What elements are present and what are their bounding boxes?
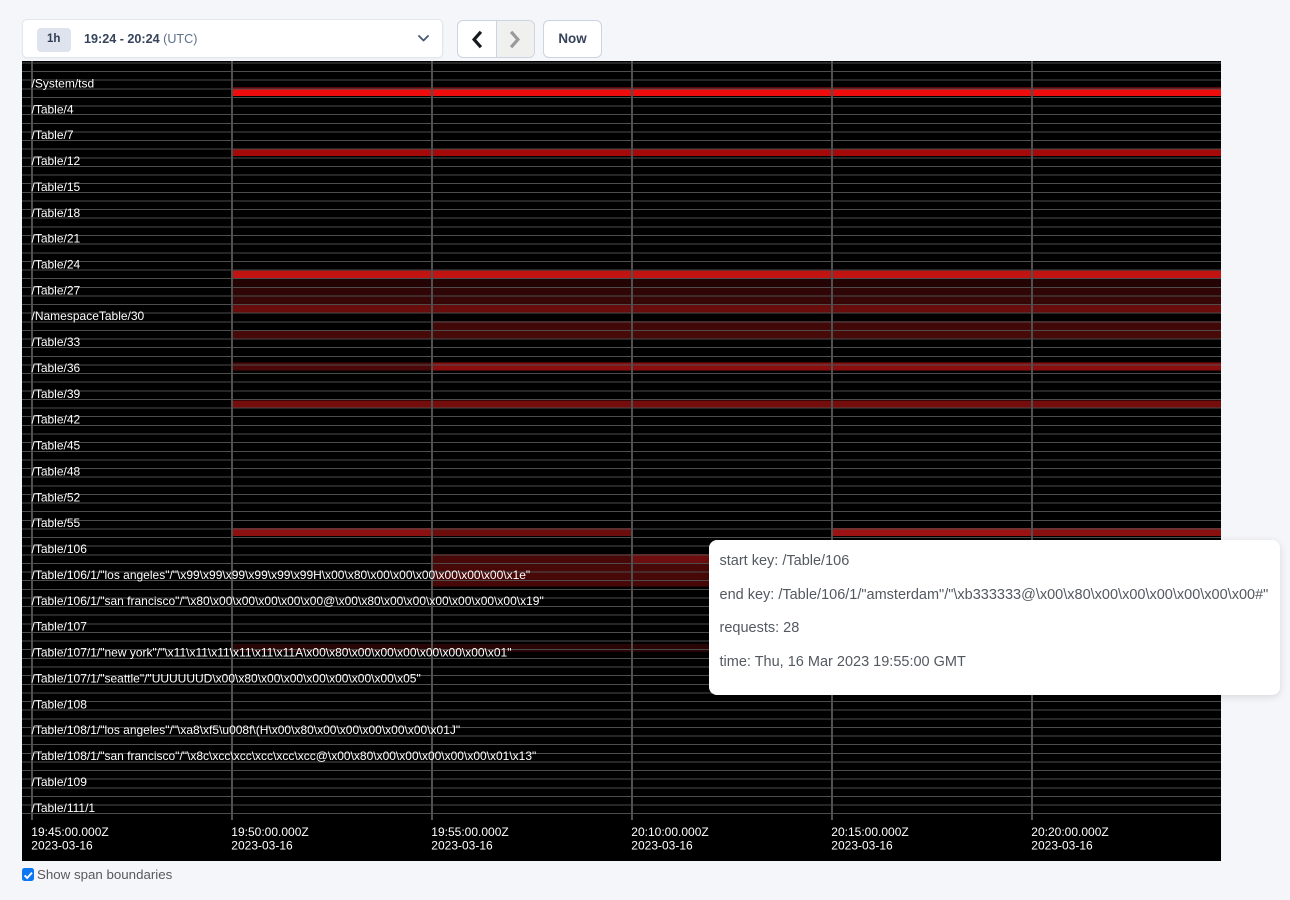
svg-text:20:10:00.000Z: 20:10:00.000Z [631, 825, 708, 839]
svg-text:/Table/15: /Table/15 [32, 180, 81, 194]
svg-text:/Table/106/1/"san francisco"/": /Table/106/1/"san francisco"/"\x80\x00\x… [32, 594, 544, 608]
svg-text:19:50:00.000Z: 19:50:00.000Z [231, 825, 308, 839]
svg-text:/Table/106/1/"los angeles"/"\x: /Table/106/1/"los angeles"/"\x99\x99\x99… [32, 568, 531, 582]
svg-text:20:20:00.000Z: 20:20:00.000Z [1031, 825, 1108, 839]
svg-text:/Table/107: /Table/107 [32, 620, 88, 634]
svg-text:2023-03-16: 2023-03-16 [631, 839, 693, 853]
svg-text:2023-03-16: 2023-03-16 [231, 839, 293, 853]
svg-text:/Table/27: /Table/27 [32, 283, 81, 297]
svg-text:20:15:00.000Z: 20:15:00.000Z [831, 825, 908, 839]
svg-text:/Table/107/1/"new york"/"\x11\: /Table/107/1/"new york"/"\x11\x11\x11\x1… [32, 646, 512, 660]
svg-text:/Table/45: /Table/45 [32, 439, 81, 453]
svg-text:/Table/55: /Table/55 [32, 516, 81, 530]
svg-text:/Table/21: /Table/21 [32, 232, 81, 246]
svg-text:/Table/107/1/"seattle"/"UUUUUU: /Table/107/1/"seattle"/"UUUUUUD\x00\x80\… [32, 672, 421, 686]
svg-text:/Table/33: /Table/33 [32, 335, 81, 349]
svg-text:/Table/42: /Table/42 [32, 413, 81, 427]
svg-text:19:55:00.000Z: 19:55:00.000Z [431, 825, 508, 839]
svg-text:19:45:00.000Z: 19:45:00.000Z [31, 825, 108, 839]
svg-text:/Table/18: /Table/18 [32, 206, 81, 220]
svg-text:2023-03-16: 2023-03-16 [1031, 839, 1093, 853]
svg-text:/NamespaceTable/30: /NamespaceTable/30 [32, 309, 145, 323]
svg-text:/Table/48: /Table/48 [32, 465, 81, 479]
svg-text:2023-03-16: 2023-03-16 [831, 839, 893, 853]
svg-text:/Table/108/1/"los angeles"/"\x: /Table/108/1/"los angeles"/"\xa8\xf5\u00… [32, 723, 461, 737]
svg-text:2023-03-16: 2023-03-16 [431, 839, 493, 853]
svg-text:/Table/12: /Table/12 [32, 154, 81, 168]
svg-text:/Table/39: /Table/39 [32, 387, 81, 401]
svg-text:2023-03-16: 2023-03-16 [31, 839, 93, 853]
svg-text:/Table/108/1/"san francisco"/": /Table/108/1/"san francisco"/"\x8c\xcc\x… [32, 749, 537, 763]
svg-text:/Table/52: /Table/52 [32, 490, 81, 504]
svg-text:/Table/24: /Table/24 [32, 258, 81, 272]
svg-text:/Table/4: /Table/4 [32, 102, 74, 116]
svg-text:/Table/106: /Table/106 [32, 542, 88, 556]
svg-text:/Table/7: /Table/7 [32, 128, 74, 142]
svg-text:/System/tsd: /System/tsd [32, 76, 95, 90]
svg-text:/Table/36: /Table/36 [32, 361, 81, 375]
svg-text:/Table/108: /Table/108 [32, 697, 88, 711]
svg-text:/Table/109: /Table/109 [32, 775, 88, 789]
svg-text:/Table/111/1: /Table/111/1 [32, 801, 96, 815]
